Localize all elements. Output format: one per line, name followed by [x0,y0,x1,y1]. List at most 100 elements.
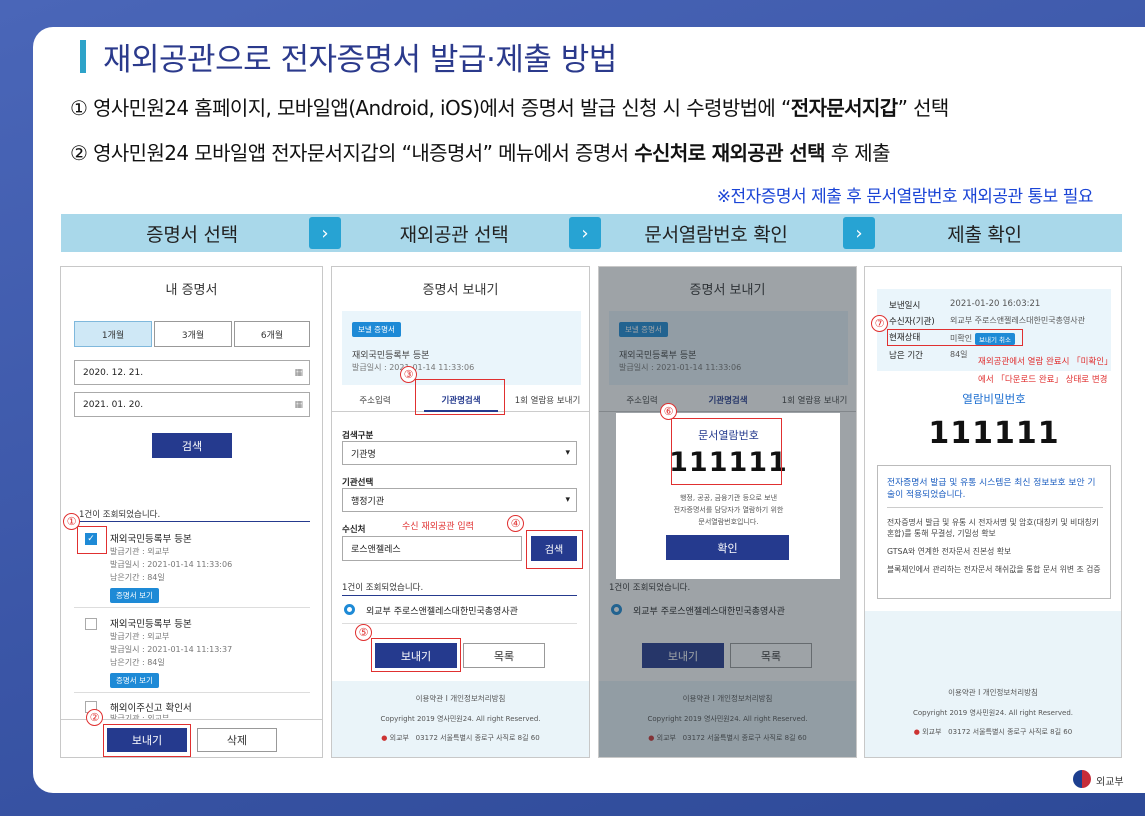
password-label: 열람비밀번호 [962,392,1026,406]
period-6month-button[interactable]: 6개월 [234,321,310,347]
item-name: 재외국민등록부 등본 [110,619,192,630]
security-item: GTSA와 연계한 전자문서 진본성 확보 [887,547,1012,556]
panel-my-certificates: 내 증명서 1개월 3개월 6개월 2020. 12. 21. ▦ 2021. 0… [60,266,323,758]
panel-view-number: 증명서 보내기 보낼 증명서 재외국민등록부 등본 발급일시 : 2021-01… [598,266,857,758]
highlight-box [77,526,107,554]
footer-copyright: Copyright 2019 영사민원24. All right Reserve… [380,715,541,723]
period-3month-button[interactable]: 3개월 [154,321,232,347]
cert-tag: 보낼 증명서 [352,322,401,337]
mofa-logo-icon: ● [913,728,920,736]
modal-desc: 행정, 공공, 금융기관 등으로 보낸 [679,494,778,502]
chevron-right-icon: › [309,217,341,249]
period-1month-button[interactable]: 1개월 [74,321,152,347]
step-number-3: ③ [400,366,417,383]
divider [74,521,310,522]
item-remain: 남은기간 : 84일 [110,573,165,582]
delete-button[interactable]: 삭제 [197,728,277,752]
field-label: 기관선택 [342,478,374,488]
sent-time-label: 보낸일시 [889,301,921,311]
footer-address: ● 외교부 03172 서울특별시 종로구 사직로 8길 60 [913,728,1073,736]
calendar-icon: ▦ [294,367,303,378]
page-title: 재외공관으로 전자증명서 발급·제출 방법 [103,42,617,78]
view-cert-button[interactable]: 증명서 보기 [110,673,159,688]
footer-links[interactable]: 이용약관 I 개인정보처리방침 [332,693,589,704]
highlight-box [103,724,191,757]
view-cert-button[interactable]: 증명서 보기 [110,588,159,603]
footer-copyright: Copyright 2019 영사민원24. All right Reserve… [913,709,1073,717]
step-bar: 증명서 선택 재외공관 선택 문서열람번호 확인 제출 확인 › › › [61,214,1122,252]
recipient-label: 수신자(기관) [889,317,935,327]
highlight-box [887,329,1023,346]
chevron-right-icon: › [843,217,875,249]
panel-send-certificate: 증명서 보내기 보낼 증명서 재외국민등록부 등본 발급일시 : 2021-01… [331,266,590,758]
cert-name: 재외국민등록부 등본 [352,351,430,361]
divider [887,507,1103,508]
security-title: 전자증명서 발급 및 유통 시스템은 최신 정보보호 보안 기술이 적용되었습니… [887,478,1096,500]
view-password: 111111 [928,416,1060,451]
item-date: 발급일시 : 2021-01-14 11:13:37 [110,645,233,654]
title-accent-bar [80,40,86,73]
instruction-line-1: ① 영사민원24 홈페이지, 모바일앱(Android, iOS)에서 증명서 … [70,96,949,120]
chevron-right-icon: › [569,217,601,249]
field-label: 검색구분 [342,431,374,441]
highlight-box [415,379,505,415]
step-4: 제출 확인 [847,214,1122,252]
item-remain: 남은기간 : 84일 [110,658,165,667]
confirm-button[interactable]: 확인 [666,535,789,560]
divider [74,692,310,693]
highlight-box [371,638,461,672]
bottom-bar [61,719,322,757]
field-label: 수신처 [342,525,366,535]
remain-label: 남은 기간 [889,351,923,361]
status-note: 재외공관에서 열람 완료시 「미확인」 [978,357,1113,367]
result-count: 1건이 조회되었습니다. [79,510,161,520]
list-button[interactable]: 목록 [463,643,545,668]
date-to-input[interactable]: 2021. 01. 20. ▦ [74,392,310,417]
security-item: 블록체인에서 관리하는 전자문서 해쉬값을 통합 문서 위변 조 검증 [887,565,1101,574]
step-number-7: ⑦ [871,315,888,332]
mofa-logo-icon [1073,770,1091,788]
panel-submit-confirm: 보낸일시 2021-01-20 16:03:21 수신자(기관) 외교부 주로스… [864,266,1122,758]
recipient-input[interactable]: 로스앤젤레스 [342,536,522,561]
dropdown-arrow-icon: ▾ [565,448,570,458]
modal-desc: 전자증명서를 담당자가 열람하기 위한 [673,506,784,514]
divider [342,595,577,596]
logo-text: 외교부 [1096,777,1124,788]
tab-one-time[interactable]: 1회 열람용 보내기 [504,394,589,406]
sent-time-value: 2021-01-20 16:03:21 [950,299,1041,309]
step-number-1: ① [63,513,80,530]
divider [74,607,310,608]
step-3: 문서열람번호 확인 [585,214,847,252]
footer: 이용약관 I 개인정보처리방침 Copyright 2019 영사민원24. A… [865,611,1121,757]
date-from-input[interactable]: 2020. 12. 21. ▦ [74,360,310,385]
item-org: 발급기관 : 외교부 [110,632,170,641]
remain-value: 84일 [950,350,968,359]
divider [342,623,577,624]
panel-title: 증명서 보내기 [422,283,499,298]
step-number-4: ④ [507,515,524,532]
notice-text: ※전자증명서 제출 후 문서열람번호 재외공관 통보 필요 [716,187,1094,207]
step-1: 증명서 선택 [61,214,323,252]
step-number-2: ② [86,709,103,726]
checkbox-icon[interactable] [85,618,97,630]
footer-address: ● 외교부 03172 서울특별시 종로구 사직로 8길 60 [381,734,540,742]
mofa-logo-icon: ● [381,734,388,742]
highlight-box [526,530,583,569]
highlight-box [671,418,782,485]
search-type-select[interactable]: 기관명 ▾ [342,441,577,465]
tab-address[interactable]: 주소입력 [332,394,418,406]
security-item: 전자증명서 발급 및 유통 시 전자서명 및 암호(대칭키 및 비대칭키 혼합)… [887,518,1099,538]
status-note: 에서 「다운로드 완료」 상태로 변경 [978,375,1108,385]
radio-selected-icon[interactable] [344,604,355,615]
item-org: 발급기관 : 외교부 [110,547,170,556]
calendar-icon: ▦ [294,399,303,410]
item-name: 재외국민등록부 등본 [110,534,192,545]
footer: 이용약관 I 개인정보처리방침 Copyright 2019 영사민원24. A… [332,681,589,757]
footer-links[interactable]: 이용약관 I 개인정보처리방침 [865,687,1121,698]
org-select[interactable]: 행정기관 ▾ [342,488,577,512]
search-button[interactable]: 검색 [152,433,232,458]
step-number-6: ⑥ [660,403,677,420]
input-hint: 수신 재외공관 입력 [402,522,474,532]
modal-desc: 문서열람번호입니다. [698,518,759,526]
recipient-value: 외교부 주로스앤젤레스대한민국총영사관 [950,316,1086,325]
